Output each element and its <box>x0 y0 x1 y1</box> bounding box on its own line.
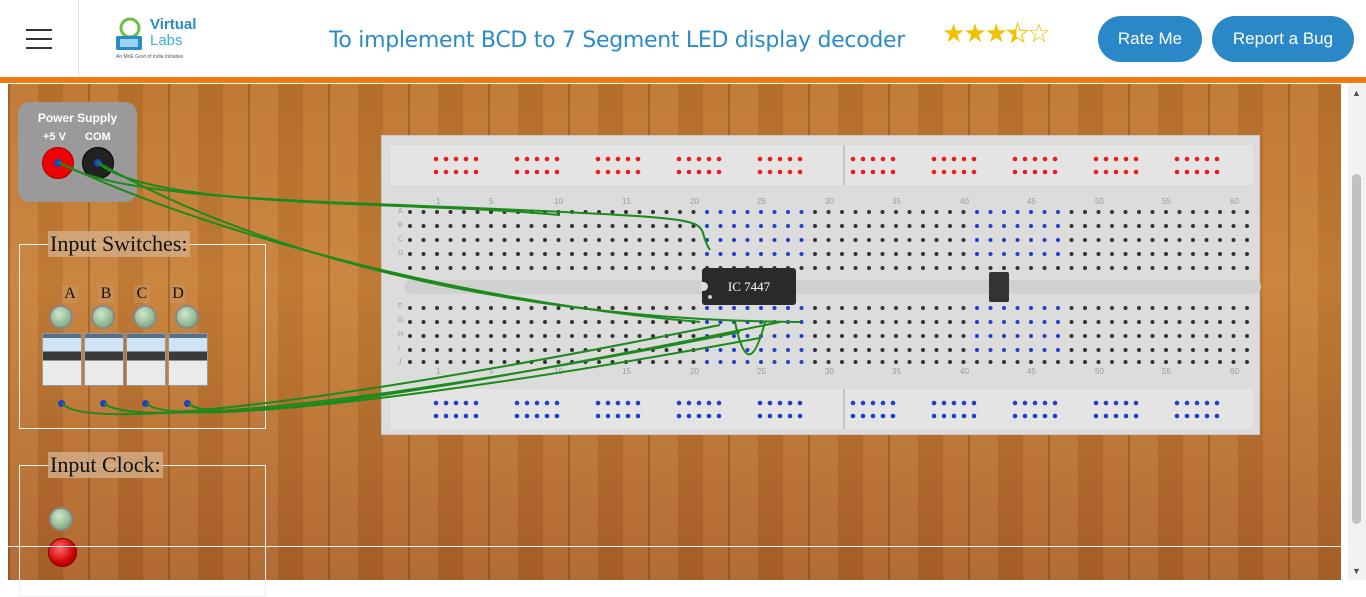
column-number: 5 <box>489 197 494 206</box>
center-channel <box>404 280 1261 294</box>
logo-text-virtual: Virtual <box>150 16 197 33</box>
power-rail-top <box>390 145 1253 185</box>
com-terminal[interactable] <box>82 147 114 179</box>
switch-led-c <box>133 305 157 329</box>
row-letter: C <box>398 236 404 243</box>
ic-7447-chip[interactable]: IC 7447 <box>701 268 796 305</box>
vertical-scrollbar[interactable]: ▲ ▼ <box>1348 84 1366 580</box>
column-number: 25 <box>757 367 766 376</box>
toggle-switch-a[interactable] <box>42 333 82 386</box>
column-number: 20 <box>690 367 699 376</box>
com-label: COM <box>85 131 111 143</box>
switch-output-d[interactable] <box>184 400 191 407</box>
column-number: 10 <box>554 197 563 206</box>
scrollbar-thumb[interactable] <box>1352 174 1361 524</box>
half-star-icon[interactable]: ★ <box>1005 18 1029 48</box>
column-number: 20 <box>690 197 699 206</box>
column-number: 45 <box>1027 367 1036 376</box>
column-number: 35 <box>892 197 901 206</box>
column-number: 60 <box>1230 197 1239 206</box>
row-letter: A <box>398 208 403 215</box>
empty-star-icon[interactable]: ☆ <box>1027 18 1050 48</box>
plus-5v-label: +5 V <box>43 131 66 143</box>
flask-logo-icon <box>116 17 142 50</box>
row-letter: F <box>398 303 403 310</box>
scroll-up-arrow-icon[interactable]: ▲ <box>1352 88 1361 98</box>
ic-label: IC 7447 <box>727 278 771 294</box>
switch-output-a[interactable] <box>58 400 65 407</box>
ic-pin1-marker <box>708 295 712 299</box>
column-number: 30 <box>825 367 834 376</box>
switch-led-b <box>91 305 115 329</box>
logo-text-labs: Labs <box>150 32 183 49</box>
power-rail-bottom <box>390 389 1253 429</box>
column-number: 50 <box>1095 197 1104 206</box>
column-number: 1 <box>436 197 441 206</box>
input-clock-title: Input Clock: <box>48 452 163 478</box>
column-number: 45 <box>1027 197 1036 206</box>
column-number: 40 <box>960 197 969 206</box>
row-letter: I <box>398 345 400 352</box>
menu-hamburger-icon[interactable] <box>0 0 79 77</box>
row-letter: J <box>398 359 402 366</box>
switch-label-d: D <box>170 285 186 303</box>
input-clock-panel: Input Clock: <box>19 452 266 597</box>
row-letter: H <box>398 331 404 338</box>
input-switches-title: Input Switches: <box>48 231 190 257</box>
row-letter: B <box>398 222 403 229</box>
column-number: 15 <box>622 367 631 376</box>
column-number: 5 <box>489 367 494 376</box>
row-letter: D <box>398 250 404 257</box>
report-bug-button[interactable]: Report a Bug <box>1212 16 1354 62</box>
column-number: 15 <box>622 197 631 206</box>
breadboard <box>381 135 1261 435</box>
clock-pulse-button[interactable] <box>48 538 77 567</box>
switch-label-c: C <box>134 285 150 303</box>
switch-led-a <box>49 305 73 329</box>
column-number: 1 <box>436 367 441 376</box>
virtual-labs-logo[interactable]: Virtual Labs An MoE Govt of India Initia… <box>110 12 202 64</box>
switch-output-b[interactable] <box>100 400 107 407</box>
toggle-switch-d[interactable] <box>168 333 208 386</box>
rate-me-button[interactable]: Rate Me <box>1098 16 1202 62</box>
power-supply-title: Power Supply <box>37 111 118 125</box>
power-supply: Power Supply +5 V COM <box>18 102 137 202</box>
column-number: 60 <box>1230 367 1239 376</box>
workspace-divider-line <box>8 546 1341 547</box>
column-number: 40 <box>960 367 969 376</box>
display-chip[interactable] <box>989 272 1009 302</box>
ic-notch <box>701 282 708 291</box>
column-number: 30 <box>825 197 834 206</box>
plus-5v-terminal[interactable] <box>42 147 74 179</box>
row-letter: G <box>398 317 404 324</box>
switch-output-c[interactable] <box>142 400 149 407</box>
column-number: 25 <box>757 197 766 206</box>
top-header: Virtual Labs An MoE Govt of India Initia… <box>0 0 1366 83</box>
switch-label-a: A <box>62 285 78 303</box>
column-number: 55 <box>1162 367 1171 376</box>
rating-stars[interactable]: ★★★★☆ <box>942 18 1051 48</box>
scroll-down-arrow-icon[interactable]: ▼ <box>1352 566 1361 576</box>
star-icon[interactable]: ★ <box>963 18 986 48</box>
column-number: 50 <box>1095 367 1104 376</box>
column-number: 35 <box>892 367 901 376</box>
toggle-switch-b[interactable] <box>84 333 124 386</box>
logo-tagline: An MoE Govt of India Initiative <box>116 54 184 60</box>
page-title: To implement BCD to 7 Segment LED displa… <box>329 28 906 53</box>
star-icon[interactable]: ★ <box>942 18 965 48</box>
switch-label-b: B <box>98 285 114 303</box>
clock-led <box>49 507 73 531</box>
star-icon[interactable]: ★ <box>985 18 1008 48</box>
column-number: 55 <box>1162 197 1171 206</box>
column-number: 10 <box>554 367 563 376</box>
switch-led-d <box>175 305 199 329</box>
toggle-switch-c[interactable] <box>126 333 166 386</box>
